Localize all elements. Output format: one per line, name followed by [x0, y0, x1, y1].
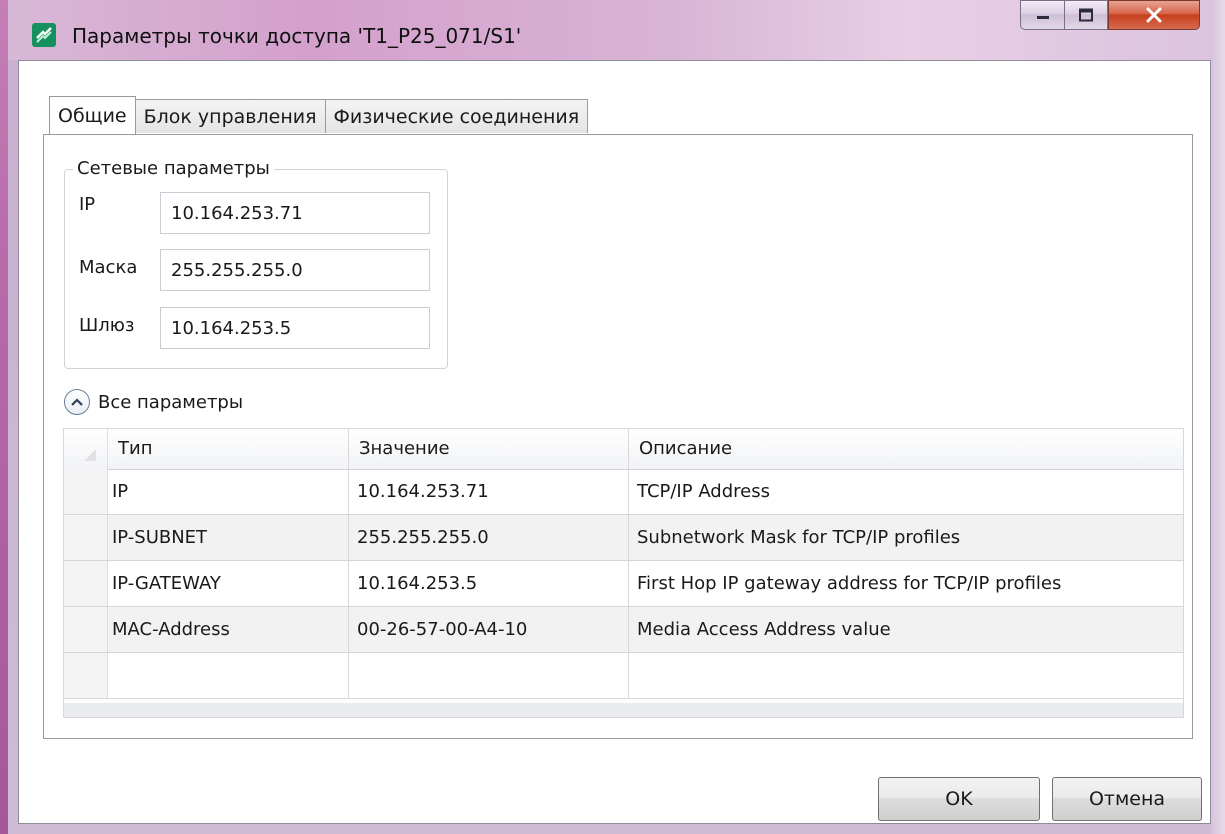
cell-type: IP-SUBNET	[112, 515, 349, 560]
cell-description: Media Access Address value	[637, 619, 891, 640]
cell-value: 10.164.253.71	[349, 469, 629, 514]
cell-type: IP	[112, 469, 349, 514]
window-frame-right	[1211, 0, 1225, 834]
cell-value[interactable]	[349, 653, 629, 698]
select-all-corner[interactable]	[64, 429, 108, 469]
grid-footer-strip	[64, 703, 1183, 717]
gateway-field[interactable]	[160, 307, 430, 349]
dialog-body: Общие Блок управления Физические соедине…	[18, 60, 1211, 824]
cell-type: IP-GATEWAY	[112, 561, 349, 606]
table-row[interactable]: MAC-Address 00-26-57-00-A4-10 Media Acce…	[64, 607, 1183, 653]
tab-strip: Общие Блок управления Физические соедине…	[49, 96, 589, 134]
row-header[interactable]	[64, 653, 108, 698]
gateway-label: Шлюз	[79, 315, 135, 336]
cell-description: Subnetwork Mask for TCP/IP profiles	[637, 527, 961, 548]
tab-general[interactable]: Общие	[49, 96, 136, 134]
maximize-button[interactable]	[1064, 0, 1108, 30]
table-row[interactable]: IP-GATEWAY 10.164.253.5 First Hop IP gat…	[64, 561, 1183, 607]
grid-header: Тип Значение Описание	[64, 429, 1183, 470]
row-header[interactable]	[64, 561, 108, 606]
chevron-up-icon[interactable]	[64, 389, 90, 415]
ok-button[interactable]: OK	[878, 777, 1040, 821]
row-header[interactable]	[64, 515, 108, 560]
close-icon	[1146, 7, 1162, 23]
tab-control-unit[interactable]: Блок управления	[134, 99, 326, 133]
cell-value: 00-26-57-00-A4-10	[349, 607, 629, 652]
ip-field[interactable]	[160, 192, 430, 234]
row-header[interactable]	[64, 469, 108, 514]
all-params-expander[interactable]: Все параметры	[64, 389, 243, 415]
network-icon	[32, 23, 56, 47]
close-button[interactable]	[1108, 0, 1200, 30]
maximize-icon	[1079, 8, 1093, 22]
column-header-description[interactable]: Описание	[629, 429, 1183, 469]
mask-label: Маска	[79, 257, 138, 278]
cell-value: 255.255.255.0	[349, 515, 629, 560]
dialog-window: Параметры точки доступа 'T1_P25_071/S1' …	[0, 0, 1225, 834]
minimize-button[interactable]	[1020, 0, 1064, 30]
minimize-icon	[1036, 16, 1049, 19]
tab-panel-general: Сетевые параметры IP Маска Шлюз Все пара…	[43, 134, 1193, 739]
mask-field[interactable]	[160, 249, 430, 291]
row-header[interactable]	[64, 607, 108, 652]
cell-description[interactable]	[629, 653, 1183, 698]
group-title: Сетевые параметры	[73, 158, 274, 179]
cell-description: First Hop IP gateway address for TCP/IP …	[637, 573, 1062, 594]
cancel-button[interactable]: Отмена	[1052, 777, 1202, 821]
network-settings-group: Сетевые параметры IP Маска Шлюз	[64, 158, 448, 369]
window-title: Параметры точки доступа 'T1_P25_071/S1'	[72, 24, 522, 48]
table-row[interactable]: IP 10.164.253.71 TCP/IP Address	[64, 469, 1183, 515]
window-frame-left	[0, 0, 8, 834]
cell-type[interactable]	[112, 653, 349, 698]
column-header-value[interactable]: Значение	[349, 429, 629, 469]
cell-type: MAC-Address	[112, 607, 349, 652]
column-header-type[interactable]: Тип	[108, 429, 349, 469]
params-grid: Тип Значение Описание IP 10.164.253.71 T…	[63, 428, 1184, 718]
all-params-label: Все параметры	[98, 391, 244, 413]
table-row-new[interactable]	[64, 653, 1183, 699]
tab-physical-connections[interactable]: Физические соединения	[324, 99, 589, 133]
cell-value: 10.164.253.5	[349, 561, 629, 606]
table-row[interactable]: IP-SUBNET 255.255.255.0 Subnetwork Mask …	[64, 515, 1183, 561]
cell-description: TCP/IP Address	[637, 481, 770, 502]
caption-buttons	[1020, 0, 1200, 30]
ip-label: IP	[79, 194, 96, 215]
